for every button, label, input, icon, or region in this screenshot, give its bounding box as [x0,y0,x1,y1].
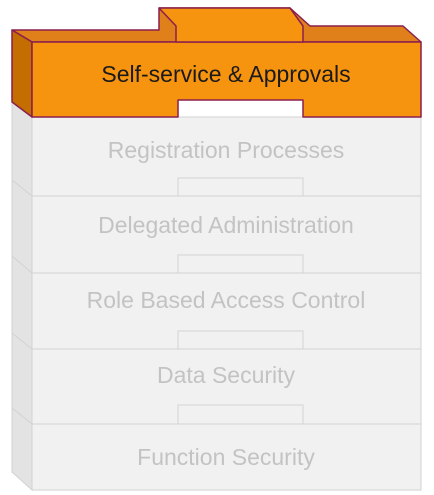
layer-label-function-security: Function Security [137,444,315,470]
stack-left-side-face [11,101,33,492]
security-layer-stack-diagram: Self-service & Approvals Registration Pr… [11,7,422,492]
layer-label-delegated-administration: Delegated Administration [98,212,354,238]
top-layer-tab-front [158,7,304,43]
layer-label-registration-processes: Registration Processes [108,137,345,163]
layer-label-data-security: Data Security [157,362,296,388]
top-layer-side-face [11,29,33,118]
layer-label-role-based-access-control: Role Based Access Control [87,287,366,313]
layer-label-self-service-approvals: Self-service & Approvals [101,61,350,87]
